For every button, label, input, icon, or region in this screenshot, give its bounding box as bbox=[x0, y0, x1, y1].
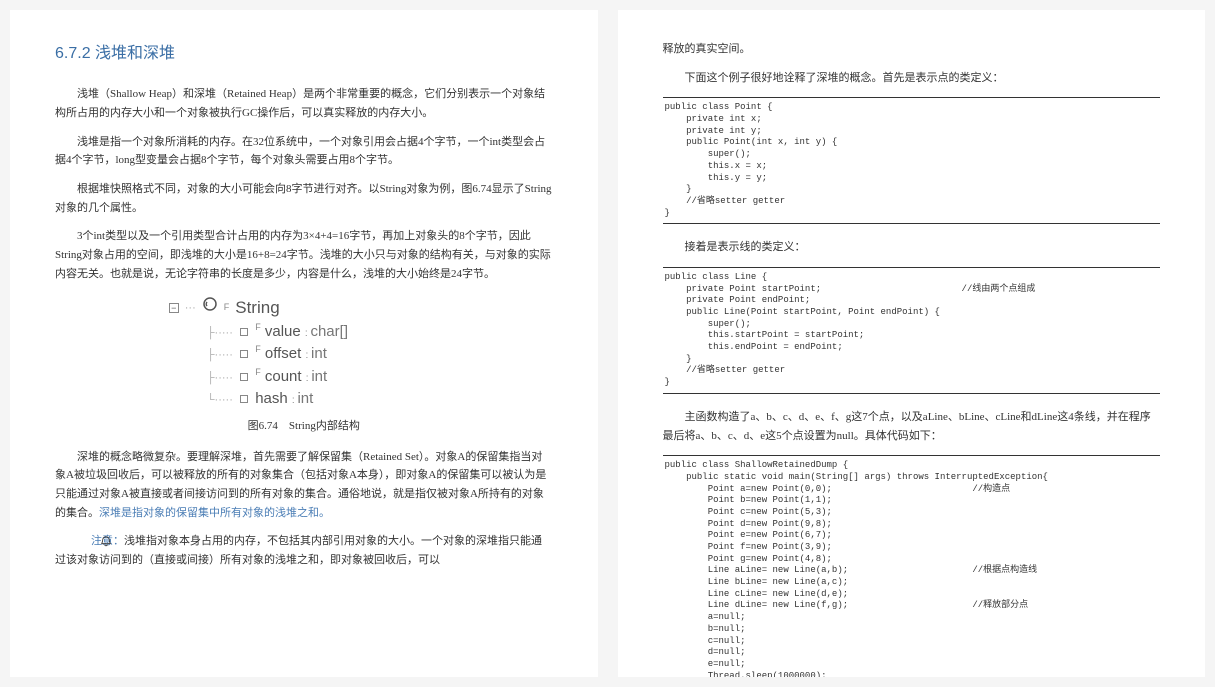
tree-connector: ··· bbox=[185, 300, 196, 317]
diagram-field-row: ├····· F value : char[] bbox=[169, 321, 439, 344]
field-name: offset bbox=[265, 345, 301, 362]
field-type: int bbox=[311, 368, 327, 385]
field-marker: F bbox=[255, 344, 261, 354]
code-main-class: public class ShallowRetainedDump { publi… bbox=[663, 455, 1161, 677]
paragraph: 根据堆快照格式不同，对象的大小可能会向8字节进行对齐。以String对象为例，图… bbox=[55, 180, 553, 217]
field-type: int bbox=[297, 390, 313, 407]
string-structure-diagram: − ··· F String ├····· F value : char[] ├… bbox=[169, 295, 439, 411]
heading-number: 6.7.2 bbox=[55, 45, 91, 62]
heading-title: 浅堆和深堆 bbox=[95, 45, 175, 62]
bell-icon bbox=[77, 536, 91, 548]
figure-caption: 图6.74 String内部结构 bbox=[55, 417, 553, 436]
left-page: 6.7.2 浅堆和深堆 浅堆（Shallow Heap）和深堆（Retained… bbox=[10, 10, 598, 677]
paragraph: 主函数构造了a、b、c、d、e、f、g这7个点，以及aLine、bLine、cL… bbox=[663, 408, 1161, 445]
field-icon bbox=[240, 328, 248, 336]
code-line-class: public class Line { private Point startP… bbox=[663, 267, 1161, 394]
field-name: count bbox=[265, 368, 302, 385]
tree-connector: ├····· bbox=[207, 349, 233, 361]
tree-connector: └····· bbox=[207, 394, 233, 406]
paragraph: 浅堆是指一个对象所消耗的内存。在32位系统中，一个对象引用会占据4个字节，一个i… bbox=[55, 133, 553, 170]
paragraph: 接着是表示线的类定义： bbox=[663, 238, 1161, 257]
diagram-field-row: ├····· F count : int bbox=[169, 366, 439, 389]
paragraph: 浅堆（Shallow Heap）和深堆（Retained Heap）是两个非常重… bbox=[55, 85, 553, 122]
note-paragraph: 注意：浅堆指对象本身占用的内存，不包括其内部引用对象的大小。一个对象的深堆指只能… bbox=[55, 532, 553, 569]
field-marker: F bbox=[255, 367, 261, 377]
field-type: char[] bbox=[310, 323, 348, 340]
paragraph: 深堆的概念略微复杂。要理解深堆，首先需要了解保留集（Retained Set）。… bbox=[55, 448, 553, 523]
paragraph: 下面这个例子很好地诠释了深堆的概念。首先是表示点的类定义： bbox=[663, 69, 1161, 88]
expand-icon: − bbox=[169, 303, 179, 313]
field-marker: F bbox=[255, 322, 261, 332]
note-text: 浅堆指对象本身占用的内存，不包括其内部引用对象的大小。一个对象的深堆指只能通过该… bbox=[55, 535, 542, 566]
tree-connector: ├····· bbox=[207, 372, 233, 384]
field-type: int bbox=[311, 345, 327, 362]
field-marker: F bbox=[224, 301, 230, 315]
field-icon bbox=[240, 373, 248, 381]
class-icon bbox=[202, 296, 218, 320]
code-point-class: public class Point { private int x; priv… bbox=[663, 97, 1161, 224]
paragraph: 释放的真实空间。 bbox=[663, 40, 1161, 59]
tree-connector: ├····· bbox=[207, 327, 233, 339]
paragraph: 3个int类型以及一个引用类型合计占用的内存为3×4+4=16字节，再加上对象头… bbox=[55, 227, 553, 283]
diagram-root-row: − ··· F String bbox=[169, 295, 439, 321]
section-heading: 6.7.2 浅堆和深堆 bbox=[55, 40, 553, 67]
diagram-field-row: ├····· F offset : int bbox=[169, 343, 439, 366]
highlighted-text: 深堆是指对象的保留集中所有对象的浅堆之和。 bbox=[99, 507, 330, 519]
field-icon bbox=[240, 350, 248, 358]
field-name: hash bbox=[255, 390, 288, 407]
right-page: 释放的真实空间。 下面这个例子很好地诠释了深堆的概念。首先是表示点的类定义： p… bbox=[618, 10, 1206, 677]
field-icon bbox=[240, 395, 248, 403]
diagram-field-row: └····· hash : int bbox=[169, 388, 439, 411]
diagram-root-label: String bbox=[235, 295, 279, 321]
field-name: value bbox=[265, 323, 301, 340]
